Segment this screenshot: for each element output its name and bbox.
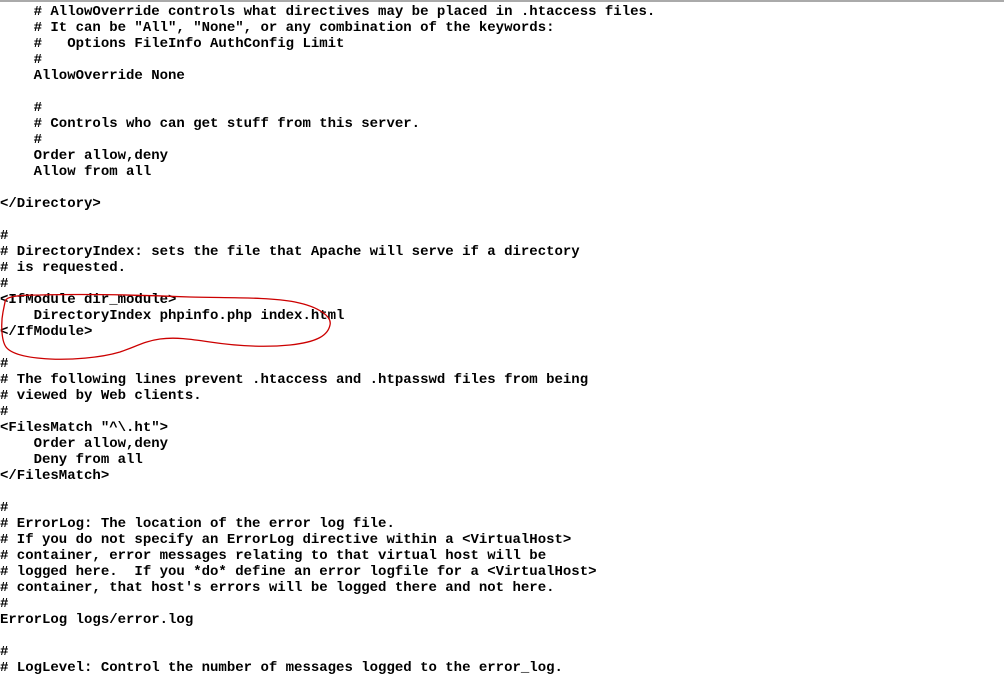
apache-config-text: # AllowOverride controls what directives… <box>0 4 1004 676</box>
